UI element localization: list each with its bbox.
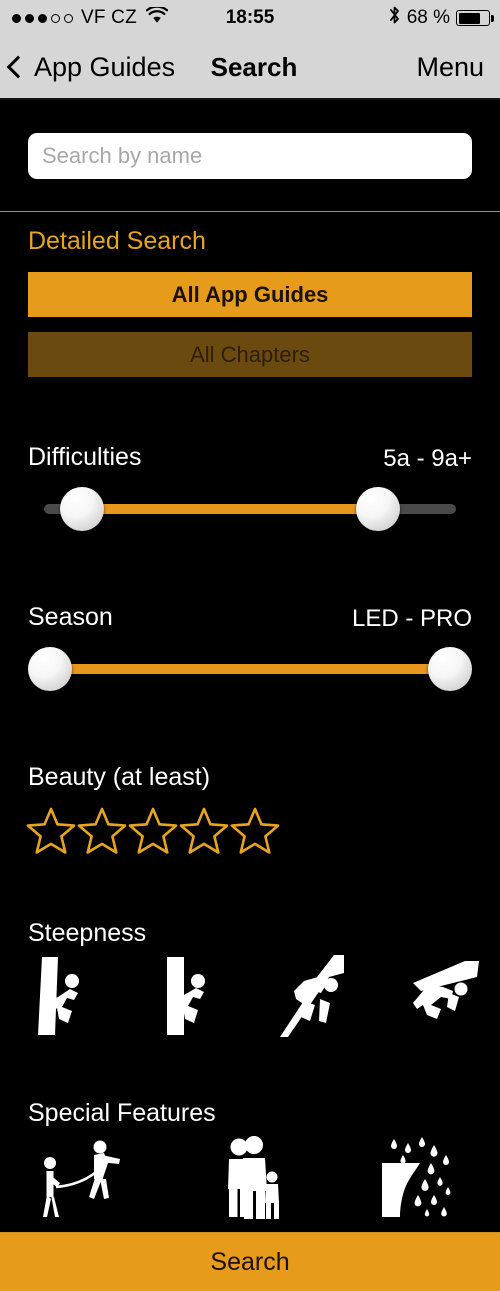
star-outline-icon[interactable] bbox=[26, 806, 76, 854]
star-outline-icon[interactable] bbox=[77, 806, 127, 854]
season-label: Season bbox=[28, 603, 113, 631]
season-range-slider[interactable] bbox=[28, 647, 472, 691]
beauty-label: Beauty (at least) bbox=[28, 763, 211, 791]
difficulties-max-thumb[interactable] bbox=[356, 487, 400, 531]
steepness-option-vertical[interactable] bbox=[125, 952, 250, 1044]
difficulties-label: Difficulties bbox=[28, 443, 142, 471]
season-min-thumb[interactable] bbox=[28, 647, 72, 691]
special-feature-family[interactable] bbox=[167, 1133, 334, 1223]
star-outline-icon[interactable] bbox=[179, 806, 229, 854]
special-features-options bbox=[0, 1133, 500, 1223]
roof-climber-icon bbox=[395, 957, 481, 1040]
menu-button[interactable]: Menu bbox=[416, 36, 484, 98]
steepness-options bbox=[0, 952, 500, 1044]
search-submit-button[interactable]: Search bbox=[0, 1232, 500, 1291]
star-outline-icon[interactable] bbox=[230, 806, 280, 854]
search-input[interactable] bbox=[28, 133, 472, 179]
status-bar: VF CZ 18:55 68 % bbox=[0, 0, 500, 36]
slider-selected-range bbox=[82, 504, 378, 514]
all-chapters-button[interactable]: All Chapters bbox=[28, 332, 472, 377]
special-features-label: Special Features bbox=[28, 1099, 216, 1127]
beauty-star-rating[interactable] bbox=[26, 806, 280, 854]
navigation-bar: App Guides Search Menu bbox=[0, 36, 500, 100]
battery-percent-label: 68 % bbox=[406, 7, 450, 28]
app-screen: VF CZ 18:55 68 % App Guides Search Menu … bbox=[0, 0, 500, 1291]
season-max-thumb[interactable] bbox=[428, 647, 472, 691]
all-app-guides-button[interactable]: All App Guides bbox=[28, 272, 472, 317]
difficulties-value: 5a - 9a+ bbox=[383, 445, 472, 472]
steepness-option-roof[interactable] bbox=[375, 952, 500, 1044]
family-friendly-icon bbox=[219, 1133, 283, 1224]
difficulties-min-thumb[interactable] bbox=[60, 487, 104, 531]
battery-icon bbox=[456, 10, 494, 26]
overhang-climber-icon bbox=[274, 951, 352, 1046]
star-outline-icon[interactable] bbox=[128, 806, 178, 854]
steepness-option-slab[interactable] bbox=[0, 952, 125, 1044]
detailed-search-heading: Detailed Search bbox=[28, 227, 206, 255]
rain-protected-icon bbox=[378, 1133, 456, 1224]
season-value: LED - PRO bbox=[351, 605, 472, 632]
special-feature-belay[interactable] bbox=[0, 1133, 167, 1223]
bluetooth-icon bbox=[388, 5, 401, 31]
steepness-label: Steepness bbox=[28, 919, 147, 947]
vertical-climber-icon bbox=[153, 953, 223, 1044]
difficulties-range-slider[interactable] bbox=[28, 487, 472, 531]
steepness-option-overhang[interactable] bbox=[250, 952, 375, 1044]
slider-selected-range bbox=[50, 664, 450, 674]
special-feature-rain-protected[interactable] bbox=[334, 1133, 500, 1223]
slab-climber-icon bbox=[28, 953, 98, 1044]
status-bar-right: 68 % bbox=[388, 0, 494, 36]
search-field-area bbox=[0, 100, 500, 212]
belay-partner-icon bbox=[34, 1133, 134, 1224]
